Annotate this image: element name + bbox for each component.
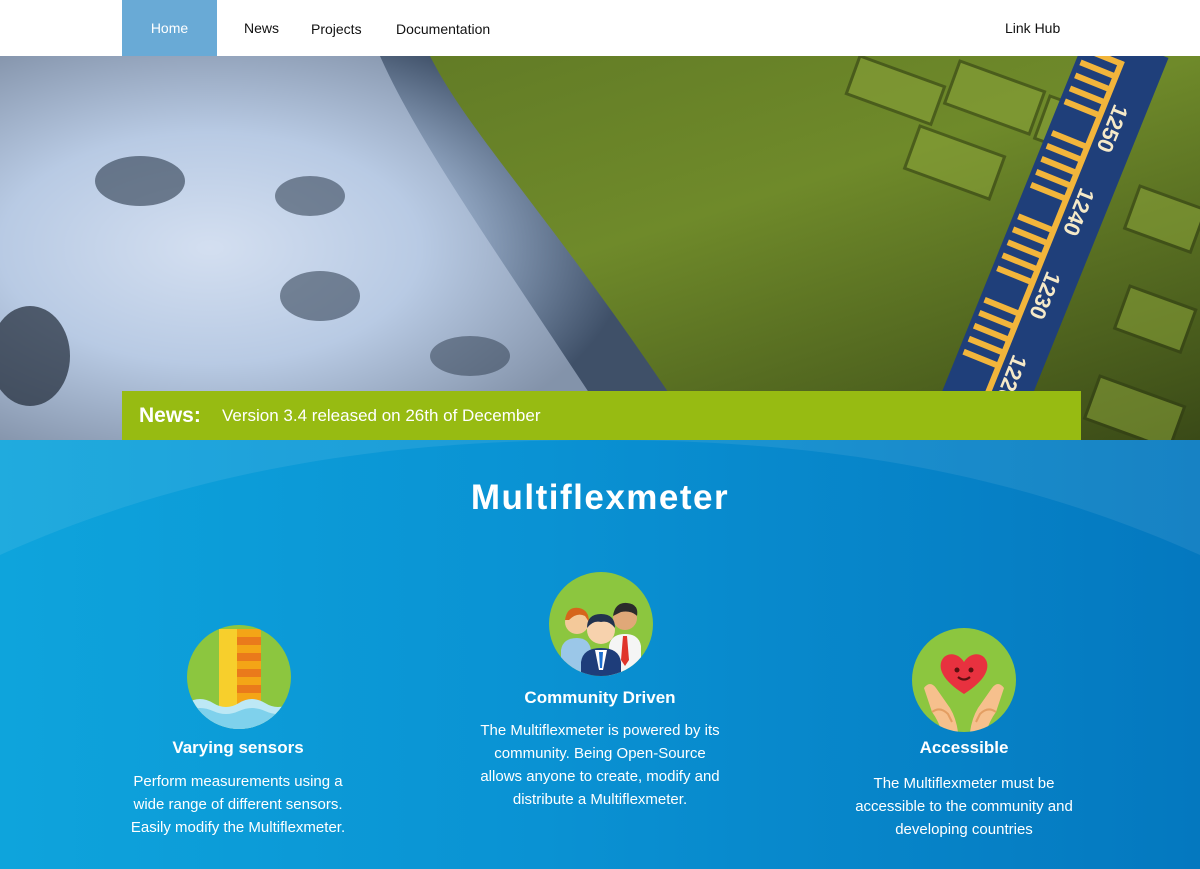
nav-news[interactable]: News <box>244 0 279 56</box>
ruler-water-icon <box>187 625 291 729</box>
nav-projects[interactable]: Projects <box>311 1 362 57</box>
feature-title: Accessible <box>919 738 1009 757</box>
section-title: Multiflexmeter <box>470 478 730 517</box>
feature-description: Perform measurements using a wide range … <box>130 773 346 836</box>
hero-banner: 1250 1240 1230 1220 1210 <box>0 56 1200 440</box>
nav-home[interactable]: Home <box>122 0 217 56</box>
news-ticker[interactable]: News: Version 3.4 released on 26th of De… <box>122 391 1081 440</box>
top-navigation: Home News Projects Documentation Link Hu… <box>0 0 1200 56</box>
feature-title: Varying sensors <box>172 738 304 757</box>
community-people-icon <box>549 572 653 676</box>
feature-title: Community Driven <box>524 688 676 707</box>
news-label: News: <box>139 404 201 427</box>
news-headline[interactable]: Version 3.4 released on 26th of December <box>222 391 540 441</box>
feature-description: The Multiflexmeter must be accessible to… <box>855 775 1073 838</box>
hero-image: 1250 1240 1230 1220 1210 <box>0 56 1200 440</box>
nav-link-hub[interactable]: Link Hub <box>1005 0 1060 56</box>
features-section: Multiflexmeter Varying sensors Perform m… <box>0 440 1200 869</box>
heart-hands-icon <box>912 628 1016 732</box>
nav-documentation[interactable]: Documentation <box>396 1 490 57</box>
feature-description: The Multiflexmeter is powered by its com… <box>480 722 720 808</box>
